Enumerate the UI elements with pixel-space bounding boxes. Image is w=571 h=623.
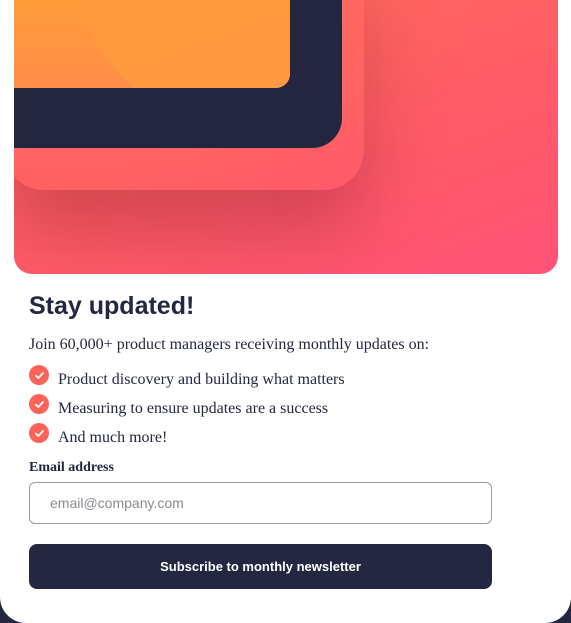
device-frame bbox=[14, 0, 342, 148]
benefit-text: Product discovery and building what matt… bbox=[58, 371, 345, 388]
page-title: Stay updated! bbox=[29, 292, 195, 320]
email-field[interactable] bbox=[29, 482, 492, 524]
device-screen bbox=[14, 0, 290, 88]
hero-illustration bbox=[14, 0, 558, 274]
benefit-text: Measuring to ensure updates are a succes… bbox=[58, 400, 329, 417]
check-circle-icon bbox=[29, 394, 49, 414]
email-label: Email address bbox=[29, 460, 114, 475]
intro-text: Join 60,000+ product managers receiving … bbox=[29, 336, 430, 353]
subscribe-button[interactable]: Subscribe to monthly newsletter bbox=[29, 544, 492, 589]
signup-card: Stay updated! Join 60,000+ product manag… bbox=[0, 0, 571, 623]
check-circle-icon bbox=[29, 423, 49, 443]
benefit-text: And much more! bbox=[58, 429, 168, 446]
check-circle-icon bbox=[29, 365, 49, 385]
